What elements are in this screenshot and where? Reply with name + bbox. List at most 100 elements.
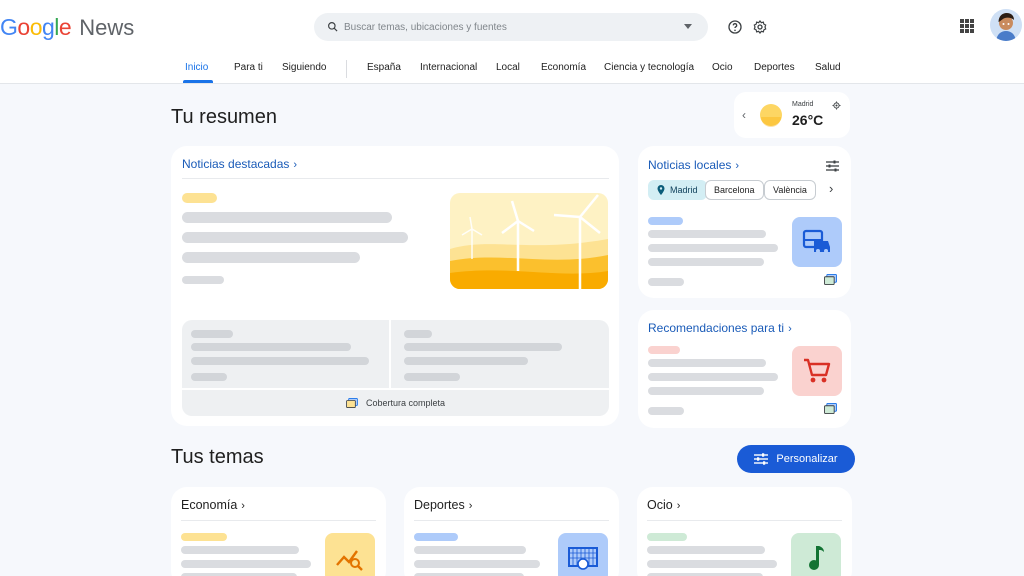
headline-placeholder: [404, 343, 562, 351]
nav-tab-siguiendo[interactable]: Siguiendo: [282, 62, 326, 73]
source-placeholder: [182, 193, 217, 203]
topic-header-deportes[interactable]: Deportes ›: [414, 498, 472, 512]
chevron-right-icon: ›: [735, 160, 740, 172]
music-note-icon: [809, 546, 824, 570]
source-placeholder: [181, 533, 227, 541]
headline-placeholder[interactable]: [648, 373, 778, 381]
help-icon[interactable]: [727, 19, 743, 35]
top-header: Google News Inicio Para ti Siguiendo Esp…: [0, 0, 1024, 84]
source-placeholder: [648, 346, 680, 354]
chevron-left-icon[interactable]: ‹: [742, 108, 746, 122]
headline-placeholder[interactable]: [648, 387, 764, 395]
source-placeholder: [191, 330, 233, 338]
full-coverage-icon: [346, 398, 358, 408]
nav-tab-ciencia-tecnologia[interactable]: Ciencia y tecnología: [604, 62, 694, 73]
divider: [181, 520, 376, 521]
apps-icon[interactable]: [960, 19, 974, 33]
time-placeholder: [182, 276, 224, 284]
avatar[interactable]: [990, 9, 1022, 41]
headline-placeholder[interactable]: [648, 230, 766, 238]
nav-tab-internacional[interactable]: Internacional: [420, 62, 477, 73]
car-bus-icon: [802, 229, 830, 253]
headline-placeholder[interactable]: [414, 560, 540, 568]
customize-button[interactable]: Personalizar: [737, 445, 855, 473]
nav-divider: [346, 60, 347, 78]
time-placeholder: [191, 373, 227, 381]
active-tab-indicator: [183, 80, 213, 83]
recommendations-header[interactable]: Recomendaciones para ti ›: [648, 321, 792, 335]
entertainment-thumbnail[interactable]: [791, 533, 841, 576]
settings-icon[interactable]: [752, 19, 768, 35]
full-coverage-icon[interactable]: [824, 403, 837, 414]
full-coverage-icon[interactable]: [824, 274, 837, 285]
headline-placeholder[interactable]: [648, 359, 766, 367]
headline-placeholder[interactable]: [181, 560, 311, 568]
nav-tab-local[interactable]: Local: [496, 62, 520, 73]
topics-title: Tus temas: [171, 446, 264, 468]
nav-tab-espana[interactable]: España: [367, 62, 401, 73]
shopping-thumbnail[interactable]: [792, 346, 842, 396]
full-coverage-label: Cobertura completa: [365, 398, 446, 408]
sports-thumbnail[interactable]: [558, 533, 608, 576]
local-news-header[interactable]: Noticias locales ›: [648, 158, 739, 172]
full-coverage-button[interactable]: Cobertura completa: [182, 390, 609, 416]
location-chip-madrid[interactable]: Madrid: [648, 180, 707, 200]
weather-city: Madrid: [792, 101, 814, 108]
topic-header-ocio[interactable]: Ocio ›: [647, 498, 680, 512]
headline-placeholder[interactable]: [648, 244, 778, 252]
divider: [414, 520, 609, 521]
featured-news-header[interactable]: Noticias destacadas ›: [182, 157, 297, 171]
sun-icon: [760, 104, 782, 127]
time-placeholder: [404, 373, 460, 381]
economy-thumbnail[interactable]: [325, 533, 375, 576]
summary-title: Tu resumen: [171, 106, 277, 128]
shopping-cart-icon: [804, 358, 831, 383]
tune-icon: [754, 453, 769, 465]
headline-placeholder: [191, 357, 369, 365]
soccer-goal-icon: [568, 547, 598, 570]
nav-tab-inicio[interactable]: Inicio: [185, 62, 208, 73]
headline-placeholder[interactable]: [182, 232, 408, 243]
location-chip-valencia[interactable]: València: [764, 180, 816, 200]
chevron-right-icon: ›: [293, 159, 298, 171]
nav-tab-ocio[interactable]: Ocio: [712, 62, 733, 73]
chevron-right-icon: ›: [788, 323, 792, 335]
location-target-icon[interactable]: [832, 101, 841, 110]
logo-news-text: News: [79, 15, 135, 40]
wind-turbines-image[interactable]: [450, 193, 608, 289]
topic-header-economia[interactable]: Economía ›: [181, 498, 245, 512]
time-placeholder: [648, 278, 684, 286]
headline-placeholder[interactable]: [181, 546, 299, 554]
chevron-right-icon: ›: [241, 500, 245, 512]
time-placeholder: [648, 407, 684, 415]
chevron-right-icon: ›: [676, 500, 681, 512]
search-icon: [328, 22, 338, 32]
weather-temperature: 26°C: [792, 112, 824, 128]
transport-thumbnail[interactable]: [792, 217, 842, 267]
headline-placeholder[interactable]: [648, 258, 764, 266]
search-input[interactable]: [344, 21, 674, 33]
nav-tab-deportes[interactable]: Deportes: [754, 62, 795, 73]
search-bar[interactable]: [314, 13, 708, 41]
headline-placeholder[interactable]: [647, 546, 765, 554]
nav-tab-salud[interactable]: Salud: [815, 62, 841, 73]
source-placeholder: [647, 533, 687, 541]
nav-tab-para-ti[interactable]: Para ti: [234, 62, 263, 73]
source-placeholder: [648, 217, 683, 225]
nav-tab-economia[interactable]: Economía: [541, 62, 586, 73]
chevron-right-icon[interactable]: ›: [829, 181, 833, 196]
headline-placeholder[interactable]: [182, 252, 360, 263]
filter-settings-icon[interactable]: [826, 160, 839, 172]
headline-placeholder: [404, 357, 528, 365]
chevron-right-icon: ›: [468, 500, 473, 512]
google-news-logo[interactable]: Google News: [0, 14, 134, 42]
headline-placeholder: [191, 343, 351, 351]
headline-placeholder[interactable]: [647, 560, 777, 568]
divider: [647, 520, 842, 521]
headline-placeholder[interactable]: [182, 212, 392, 223]
headline-placeholder[interactable]: [414, 546, 526, 554]
source-placeholder: [404, 330, 432, 338]
location-chip-barcelona[interactable]: Barcelona: [705, 180, 764, 200]
search-options-dropdown-icon[interactable]: [684, 24, 692, 29]
weather-widget[interactable]: ‹ Madrid 26°C: [734, 92, 850, 138]
